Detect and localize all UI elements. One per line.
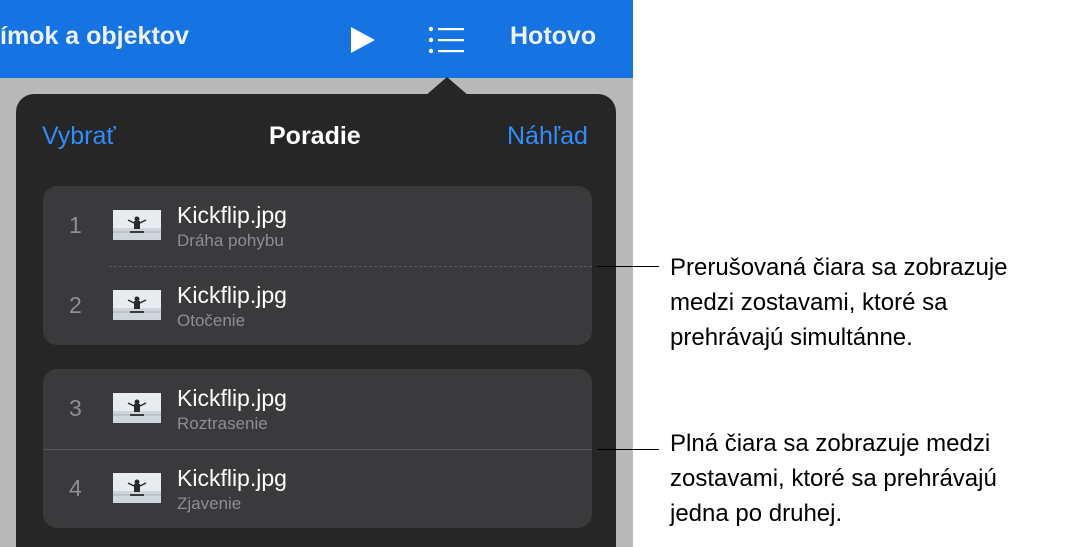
toolbar: ímok a objektov Hotovo [0, 0, 633, 78]
image-thumbnail [113, 210, 161, 240]
animation-group: 1 Kickflip.jpg Dráha pohybu 2 Kickflip.j… [43, 186, 592, 345]
image-thumbnail [113, 393, 161, 423]
callout-text: medzi zostavami, ktoré sa [670, 289, 948, 316]
callout-text: jedna po druhej. [670, 500, 843, 527]
callout-text: prehrávajú simultánne. [670, 324, 913, 351]
list-icon[interactable] [427, 25, 465, 55]
animation-group: 3 Kickflip.jpg Roztrasenie 4 Kickflip.jp… [43, 369, 592, 528]
popover-title: Poradie [269, 122, 361, 150]
play-icon[interactable] [347, 25, 377, 55]
image-thumbnail [113, 473, 161, 503]
callout-solid: Plná čiara sa zobrazuje medzi zostavami,… [670, 426, 997, 531]
image-thumbnail [113, 290, 161, 320]
done-button[interactable]: Hotovo [510, 22, 596, 51]
item-number: 4 [69, 475, 82, 501]
file-name: Kickflip.jpg [177, 202, 287, 228]
select-button[interactable]: Vybrať [42, 122, 116, 151]
preview-button[interactable]: Náhľad [507, 122, 588, 151]
callout-text: zostavami, ktoré sa prehrávajú [670, 465, 997, 492]
list-item[interactable]: 1 Kickflip.jpg Dráha pohybu [43, 186, 592, 266]
item-number: 1 [69, 212, 82, 238]
app-screen: ímok a objektov Hotovo Vybrať Poradie Ná… [0, 0, 633, 547]
callout-text: Plná čiara sa zobrazuje medzi [670, 430, 991, 457]
list-item[interactable]: 3 Kickflip.jpg Roztrasenie [43, 369, 592, 449]
file-name: Kickflip.jpg [177, 282, 287, 308]
callout-line-solid [597, 449, 659, 450]
callout-line-dashed [597, 266, 659, 267]
document-title: ímok a objektov [0, 22, 189, 50]
effect-name: Otočenie [177, 311, 246, 330]
callout-text: Prerušovaná čiara sa zobrazuje [670, 254, 1008, 281]
effect-name: Dráha pohybu [177, 231, 284, 250]
item-number: 2 [69, 292, 82, 318]
list-item[interactable]: 2 Kickflip.jpg Otočenie [43, 266, 592, 346]
callout-dashed: Prerušovaná čiara sa zobrazuje medzi zos… [670, 250, 1008, 355]
effect-name: Roztrasenie [177, 414, 268, 433]
file-name: Kickflip.jpg [177, 465, 287, 491]
effect-name: Zjavenie [177, 494, 242, 513]
list-item[interactable]: 4 Kickflip.jpg Zjavenie [43, 449, 592, 529]
file-name: Kickflip.jpg [177, 385, 287, 411]
item-number: 3 [69, 395, 82, 421]
